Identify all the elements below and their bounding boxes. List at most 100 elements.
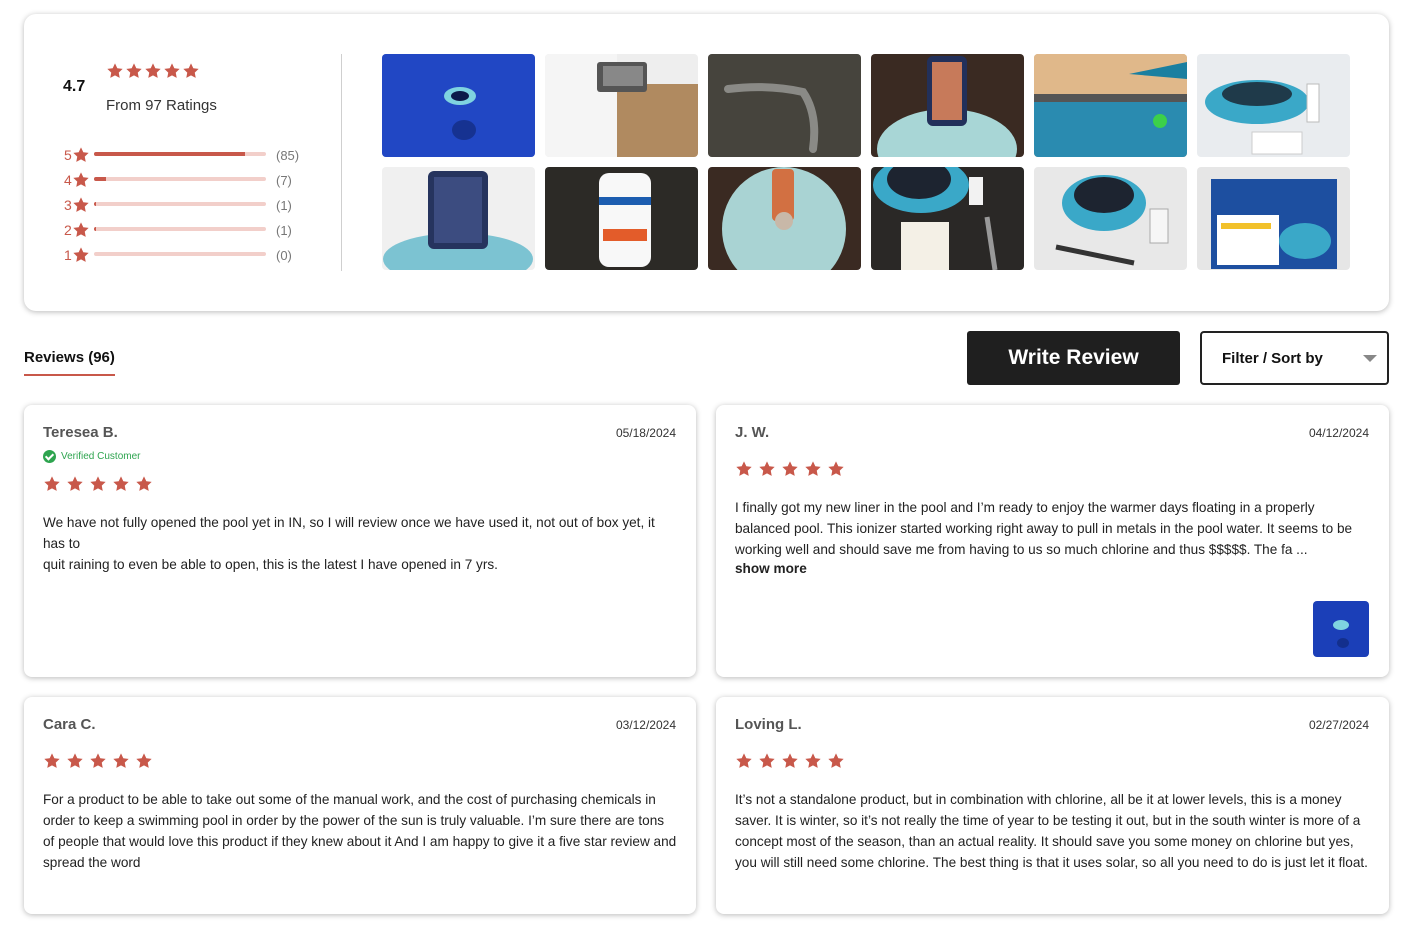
- star-icon: [72, 171, 90, 189]
- review-photo-thumbnail[interactable]: [1313, 601, 1369, 657]
- average-rating: 4.7: [63, 78, 86, 95]
- review-date: 03/12/2024: [615, 718, 676, 732]
- packaging-brush-photo: [545, 54, 698, 157]
- gallery-photo-pool-ionizer[interactable]: [382, 54, 535, 157]
- reviewer-name: Loving L.: [735, 716, 802, 733]
- review-body: For a product to be able to take out som…: [43, 792, 677, 870]
- copper-basket-photo: [871, 54, 1024, 157]
- star-icon: [106, 62, 124, 80]
- gallery-photo-copper-anode[interactable]: [708, 167, 861, 270]
- distribution-stars: 2: [64, 222, 72, 238]
- star-icon: [182, 62, 200, 80]
- star-icon: [112, 752, 130, 770]
- star-icon: [758, 752, 776, 770]
- review-stars: [735, 752, 845, 770]
- review-body-line: quit raining to even be able to open, th…: [43, 557, 498, 572]
- distribution-row-4[interactable]: 4 (7): [64, 170, 314, 195]
- review-body: I finally got my new liner in the pool a…: [735, 500, 1353, 557]
- verified-label: Verified Customer: [61, 451, 141, 462]
- gallery-photo-backyard-pool[interactable]: [1034, 54, 1187, 157]
- star-icon: [66, 752, 84, 770]
- gallery-photo-counter[interactable]: [1034, 167, 1187, 270]
- pool-ionizer-floating-photo: [382, 54, 535, 157]
- star-icon: [781, 752, 799, 770]
- rating-summary-card: 4.7 From 97 Ratings 5 (85) 4 (7) 3 (1) 2: [24, 14, 1389, 311]
- check-circle-icon: [43, 450, 56, 463]
- star-icon: [89, 475, 107, 493]
- review-card: Teresea B. 05/18/2024 Verified Customer …: [24, 405, 696, 677]
- star-icon: [735, 460, 753, 478]
- distribution-count: (1): [276, 223, 292, 238]
- star-icon: [125, 62, 143, 80]
- write-review-button[interactable]: Write Review: [967, 331, 1180, 385]
- distribution-bar: [94, 177, 266, 181]
- show-more-link[interactable]: show more: [735, 561, 807, 576]
- distribution-row-3[interactable]: 3 (1): [64, 195, 314, 220]
- star-icon: [66, 475, 84, 493]
- star-icon: [758, 460, 776, 478]
- gallery-photo-product-box[interactable]: [1197, 167, 1350, 270]
- distribution-bar-fill: [94, 152, 245, 156]
- gallery-photo-packaging[interactable]: [545, 54, 698, 157]
- distribution-bar: [94, 202, 266, 206]
- filter-sort-dropdown[interactable]: Filter / Sort by: [1200, 331, 1389, 385]
- star-icon: [72, 221, 90, 239]
- star-icon: [43, 752, 61, 770]
- star-icon: [72, 246, 90, 264]
- gallery-photo-basket-foam[interactable]: [382, 167, 535, 270]
- ionizer-counter-photo: [1034, 167, 1187, 270]
- reviewer-name: J. W.: [735, 424, 770, 441]
- gallery-photo-copper-basket[interactable]: [871, 54, 1024, 157]
- distribution-row-2[interactable]: 2 (1): [64, 220, 314, 245]
- star-icon: [144, 62, 162, 80]
- distribution-count: (1): [276, 198, 292, 213]
- review-date: 05/18/2024: [615, 426, 676, 440]
- reviewer-name: Cara C.: [43, 716, 96, 733]
- review-stars: [43, 752, 153, 770]
- review-stars: [735, 460, 845, 478]
- backyard-pool-photo: [1034, 54, 1187, 157]
- brush-on-granite-photo: [708, 54, 861, 157]
- star-icon: [804, 460, 822, 478]
- copper-anode-photo: [708, 167, 861, 270]
- distribution-row-1[interactable]: 1 (0): [64, 245, 314, 270]
- review-card: J. W. 04/12/2024 I finally got my new li…: [716, 405, 1389, 677]
- ionizer-with-bottle-photo: [1197, 54, 1350, 157]
- star-icon: [735, 752, 753, 770]
- distribution-row-5[interactable]: 5 (85): [64, 145, 314, 170]
- gallery-photo-test-strips[interactable]: [545, 167, 698, 270]
- distribution-stars: 5: [64, 147, 72, 163]
- distribution-bar-fill: [94, 202, 96, 206]
- review-date: 04/12/2024: [1308, 426, 1369, 440]
- pool-ionizer-floating-photo: [1313, 601, 1369, 657]
- distribution-bar-fill: [94, 177, 107, 181]
- review-card: Loving L. 02/27/2024 It’s not a standalo…: [716, 697, 1389, 914]
- ratings-count: From 97 Ratings: [106, 97, 217, 114]
- star-icon: [163, 62, 181, 80]
- review-date: 02/27/2024: [1308, 718, 1369, 732]
- distribution-bar: [94, 152, 266, 156]
- distribution-stars: 1: [64, 247, 72, 263]
- review-body: We have not fully opened the pool yet in…: [43, 512, 678, 575]
- product-box-photo: [1197, 167, 1350, 270]
- distribution-bar-fill: [94, 227, 96, 231]
- photo-gallery: [382, 54, 1350, 270]
- gallery-photo-solar-kit[interactable]: [871, 167, 1024, 270]
- gallery-photo-brush[interactable]: [708, 54, 861, 157]
- review-stars: [43, 475, 153, 493]
- distribution-stars: 3: [64, 197, 72, 213]
- rating-distribution: 5 (85) 4 (7) 3 (1) 2 (1) 1 (0): [64, 145, 314, 270]
- distribution-bar: [94, 227, 266, 231]
- star-icon: [43, 475, 61, 493]
- gallery-photo-ionizer-bottle[interactable]: [1197, 54, 1350, 157]
- tab-reviews[interactable]: Reviews (96): [24, 349, 115, 376]
- reviewer-name: Teresea B.: [43, 424, 118, 441]
- star-icon: [89, 752, 107, 770]
- star-icon: [804, 752, 822, 770]
- distribution-count: (7): [276, 173, 292, 188]
- review-body: It’s not a standalone product, but in co…: [735, 792, 1368, 870]
- verified-badge: Verified Customer: [43, 450, 140, 463]
- star-icon: [112, 475, 130, 493]
- test-strips-bottle-photo: [545, 167, 698, 270]
- review-body-line: We have not fully opened the pool yet in…: [43, 515, 655, 551]
